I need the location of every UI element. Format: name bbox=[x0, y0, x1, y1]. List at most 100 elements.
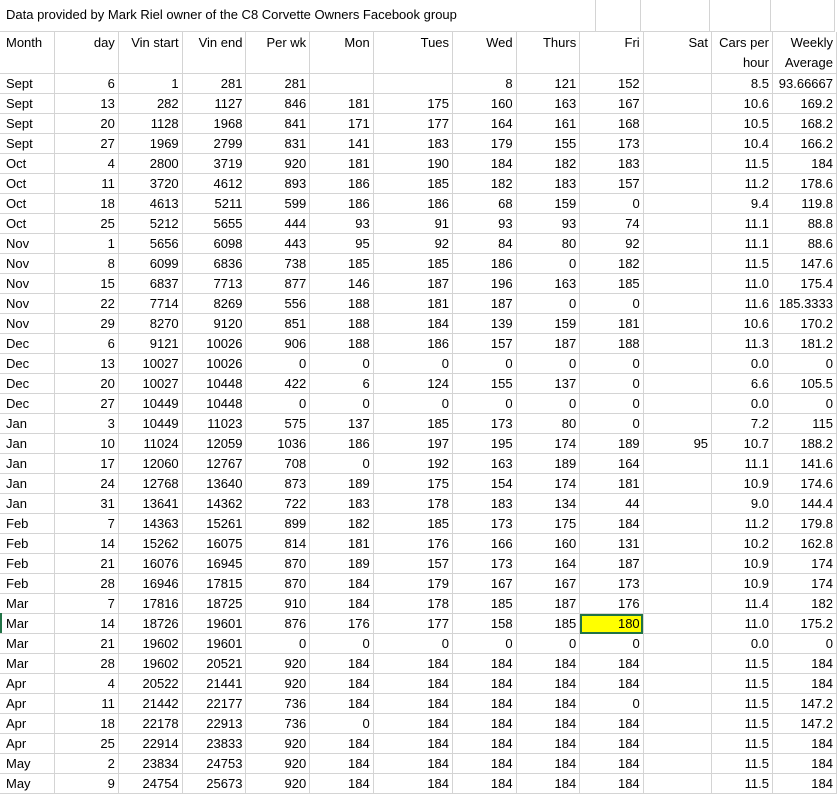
cell-per-wk[interactable]: 841 bbox=[245, 113, 311, 134]
cell-fri[interactable]: 0 bbox=[579, 393, 644, 414]
cell-sat[interactable] bbox=[643, 73, 713, 94]
cell-per-wk[interactable]: 736 bbox=[245, 693, 311, 714]
header-cell-thurs[interactable]: Thurs bbox=[516, 32, 581, 74]
cell-weekly-average[interactable]: 179.8 bbox=[772, 513, 837, 534]
cell-vin-end[interactable]: 16075 bbox=[182, 533, 247, 554]
cell-wed[interactable]: 158 bbox=[452, 613, 517, 634]
cell-vin-start[interactable]: 14363 bbox=[118, 513, 183, 534]
cell-fri[interactable]: 167 bbox=[579, 93, 644, 114]
cell-sat[interactable] bbox=[643, 233, 713, 254]
cell-vin-end[interactable]: 17815 bbox=[182, 573, 247, 594]
cell-wed[interactable]: 195 bbox=[452, 433, 517, 454]
cell-tues[interactable] bbox=[373, 73, 454, 94]
cell-vin-start[interactable]: 10449 bbox=[118, 393, 183, 414]
cell-thurs[interactable]: 184 bbox=[516, 753, 581, 774]
cell-tues[interactable]: 183 bbox=[373, 133, 454, 154]
cell-weekly-average[interactable]: 174 bbox=[772, 553, 837, 574]
cell-fri[interactable]: 157 bbox=[579, 173, 644, 194]
cell-sat[interactable] bbox=[643, 733, 713, 754]
cell-day[interactable]: 27 bbox=[54, 133, 119, 154]
cell-sat[interactable] bbox=[643, 193, 713, 214]
cell-wed[interactable]: 173 bbox=[452, 553, 517, 574]
cell-vin-end[interactable]: 24753 bbox=[182, 753, 247, 774]
cell-per-wk[interactable]: 708 bbox=[245, 453, 311, 474]
cell-wed[interactable]: 184 bbox=[452, 653, 517, 674]
cell-sat[interactable] bbox=[643, 633, 713, 654]
cell-month[interactable]: Nov bbox=[0, 313, 56, 334]
cell-day[interactable]: 14 bbox=[54, 613, 119, 634]
cell-month[interactable]: Sept bbox=[0, 93, 56, 114]
cell-fri[interactable]: 184 bbox=[579, 733, 644, 754]
cell-per-wk[interactable]: 599 bbox=[245, 193, 311, 214]
cell-month[interactable]: Oct bbox=[0, 193, 56, 214]
cell-vin-end[interactable]: 4612 bbox=[182, 173, 247, 194]
cell-month[interactable]: Mar bbox=[0, 633, 56, 654]
cell-wed[interactable]: 196 bbox=[452, 273, 517, 294]
cell-wed[interactable]: 0 bbox=[452, 393, 517, 414]
cell-weekly-average[interactable]: 119.8 bbox=[772, 193, 837, 214]
cell-mon[interactable]: 184 bbox=[309, 593, 374, 614]
header-cell-per-wk[interactable]: Per wk bbox=[245, 32, 311, 74]
cell-mon[interactable]: 181 bbox=[309, 533, 374, 554]
cell-weekly-average[interactable]: 184 bbox=[772, 653, 837, 674]
cell-thurs[interactable]: 155 bbox=[516, 133, 581, 154]
cell-wed[interactable]: 157 bbox=[452, 333, 517, 354]
cell-day[interactable]: 6 bbox=[54, 73, 119, 94]
cell-wed[interactable]: 160 bbox=[452, 93, 517, 114]
cell-month[interactable]: Nov bbox=[0, 273, 56, 294]
cell-tues[interactable]: 124 bbox=[373, 373, 454, 394]
cell-tues[interactable]: 192 bbox=[373, 453, 454, 474]
cell-sat[interactable] bbox=[643, 93, 713, 114]
cell-day[interactable]: 1 bbox=[54, 233, 119, 254]
cell-vin-start[interactable]: 9121 bbox=[118, 333, 183, 354]
cell-weekly-average[interactable]: 0 bbox=[772, 353, 837, 374]
cell-vin-start[interactable]: 1969 bbox=[118, 133, 183, 154]
cell-mon[interactable]: 184 bbox=[309, 573, 374, 594]
cell-thurs[interactable]: 189 bbox=[516, 453, 581, 474]
cell-month[interactable]: Apr bbox=[0, 713, 56, 734]
cell-tues[interactable]: 184 bbox=[373, 693, 454, 714]
cell-per-wk[interactable]: 910 bbox=[245, 593, 311, 614]
cell-mon[interactable]: 0 bbox=[309, 713, 374, 734]
cell-mon[interactable]: 182 bbox=[309, 513, 374, 534]
cell-cars-per-hour[interactable]: 11.5 bbox=[711, 673, 773, 694]
cell-day[interactable]: 17 bbox=[54, 453, 119, 474]
cell-day[interactable]: 6 bbox=[54, 333, 119, 354]
cell-tues[interactable]: 175 bbox=[373, 473, 454, 494]
cell-month[interactable]: Jan bbox=[0, 453, 56, 474]
header-cell-mon[interactable]: Mon bbox=[309, 32, 374, 74]
cell-tues[interactable]: 175 bbox=[373, 93, 454, 114]
cell-tues[interactable]: 91 bbox=[373, 213, 454, 234]
cell-month[interactable]: Jan bbox=[0, 413, 56, 434]
cell-weekly-average[interactable]: 174 bbox=[772, 573, 837, 594]
selected-highlighted-cell[interactable]: 180 bbox=[579, 613, 644, 634]
cell-wed[interactable]: 182 bbox=[452, 173, 517, 194]
cell-vin-start[interactable]: 20522 bbox=[118, 673, 183, 694]
cell-vin-end[interactable]: 25673 bbox=[182, 773, 247, 794]
cell-day[interactable]: 2 bbox=[54, 753, 119, 774]
cell-mon[interactable]: 171 bbox=[309, 113, 374, 134]
cell-sat[interactable] bbox=[643, 753, 713, 774]
cell-tues[interactable]: 184 bbox=[373, 713, 454, 734]
cell-weekly-average[interactable]: 168.2 bbox=[772, 113, 837, 134]
cell-wed[interactable]: 68 bbox=[452, 193, 517, 214]
cell-mon[interactable]: 186 bbox=[309, 173, 374, 194]
cell-vin-start[interactable]: 5656 bbox=[118, 233, 183, 254]
cell-per-wk[interactable]: 877 bbox=[245, 273, 311, 294]
cell-wed[interactable]: 184 bbox=[452, 713, 517, 734]
cell-sat[interactable] bbox=[643, 273, 713, 294]
cell-vin-end[interactable]: 8269 bbox=[182, 293, 247, 314]
cell-thurs[interactable]: 174 bbox=[516, 433, 581, 454]
cell-fri[interactable]: 152 bbox=[579, 73, 644, 94]
cell-weekly-average[interactable]: 184 bbox=[772, 153, 837, 174]
cell-thurs[interactable]: 163 bbox=[516, 93, 581, 114]
cell-wed[interactable]: 173 bbox=[452, 513, 517, 534]
cell-month[interactable]: Feb bbox=[0, 513, 56, 534]
cell-month[interactable]: May bbox=[0, 753, 56, 774]
cell-vin-start[interactable]: 11024 bbox=[118, 433, 183, 454]
cell-per-wk[interactable]: 0 bbox=[245, 353, 311, 374]
cell-fri[interactable]: 0 bbox=[579, 353, 644, 374]
cell-vin-end[interactable]: 18725 bbox=[182, 593, 247, 614]
cell-weekly-average[interactable]: 147.2 bbox=[772, 713, 837, 734]
cell-month[interactable]: Jan bbox=[0, 473, 56, 494]
